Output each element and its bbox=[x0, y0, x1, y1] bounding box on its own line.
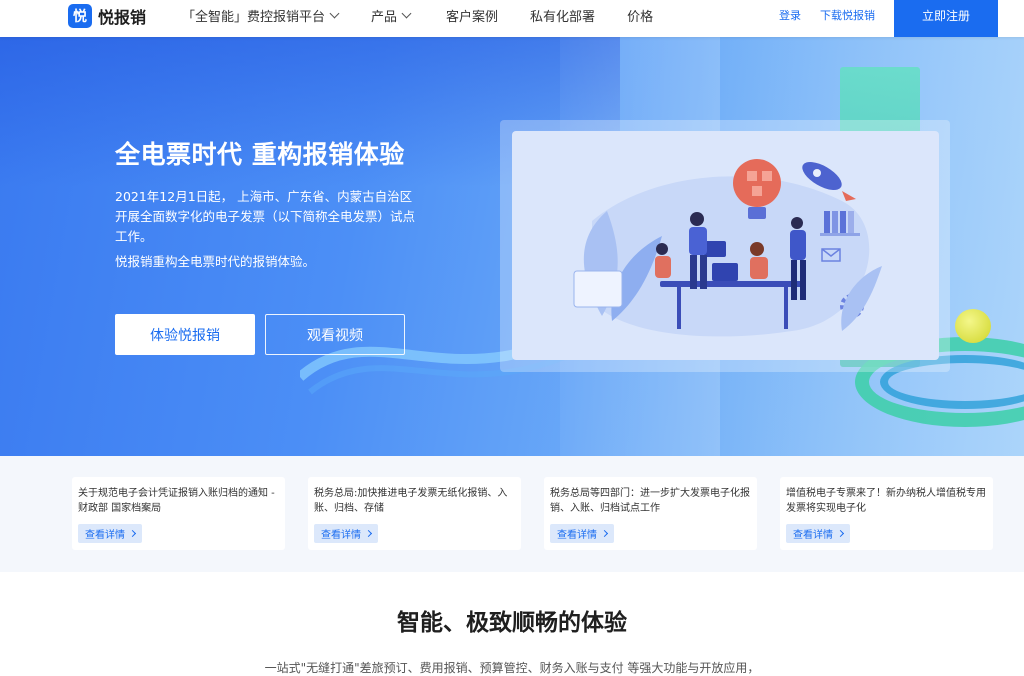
view-details-button[interactable]: 查看详情 bbox=[550, 524, 614, 543]
nav-item-label: 价格 bbox=[627, 9, 654, 25]
nav-item-label: 「全智能」费控报销平台 bbox=[182, 9, 326, 25]
chevron-down-icon bbox=[329, 8, 340, 18]
news-section: 关于规范电子会计凭证报销入账归档的通知 - 财政部 国家档案局 查看详情 税务总… bbox=[0, 456, 1024, 572]
hero-yellow-ball bbox=[955, 309, 991, 343]
view-details-button[interactable]: 查看详情 bbox=[786, 524, 850, 543]
hero-subtitle: 悦报销重构全电票时代的报销体验。 bbox=[115, 254, 316, 269]
register-button[interactable]: 立即注册 bbox=[894, 0, 998, 37]
news-card[interactable]: 税务总局等四部门：进一步扩大发票电子化报销、入账、归档试点工作 查看详情 bbox=[544, 477, 757, 550]
try-button[interactable]: 体验悦报销 bbox=[115, 314, 255, 355]
news-card-title: 税务总局:加快推进电子发票无纸化报销、入账、归档、存储 bbox=[314, 488, 508, 514]
hero-title: 全电票时代 重构报销体验 bbox=[115, 140, 405, 169]
brand-logo[interactable]: 悦 悦报销 bbox=[68, 3, 146, 29]
brand-name: 悦报销 bbox=[98, 8, 147, 27]
watch-video-button[interactable]: 观看视频 bbox=[265, 314, 405, 355]
download-link[interactable]: 下载悦报销 bbox=[820, 7, 875, 23]
view-details-label: 查看详情 bbox=[557, 530, 597, 541]
chevron-right-icon bbox=[600, 529, 609, 538]
top-navbar: 悦 悦报销 「全智能」费控报销平台 产品 客户案例 私有化部署 价格 登录 下载… bbox=[0, 0, 1024, 37]
news-card-title: 关于规范电子会计凭证报销入账归档的通知 - 财政部 国家档案局 bbox=[78, 488, 275, 514]
news-card-title: 增值税电子专票来了！新办纳税人增值税专用发票将实现电子化 bbox=[786, 488, 986, 514]
logo-icon: 悦 bbox=[68, 4, 92, 28]
hero-banner: 全电票时代 重构报销体验 2021年12月1日起， 上海市、广东省、内蒙古自治区… bbox=[0, 37, 1024, 456]
nav-item-private-deploy[interactable]: 私有化部署 bbox=[530, 6, 595, 25]
login-link[interactable]: 登录 bbox=[779, 7, 801, 23]
nav-item-cases[interactable]: 客户案例 bbox=[446, 6, 498, 25]
feature-title: 智能、极致顺畅的体验 bbox=[397, 610, 627, 636]
feature-subtitle: 一站式"无缝打通"差旅预订、费用报销、预算管控、财务入账与支付 等强大功能与开放… bbox=[264, 661, 760, 675]
team-illustration bbox=[512, 131, 939, 360]
hero-description: 2021年12月1日起， 上海市、广东省、内蒙古自治区开展全面数字化的电子发票（… bbox=[115, 189, 416, 244]
chevron-right-icon bbox=[128, 529, 137, 538]
main-nav: 「全智能」费控报销平台 产品 客户案例 私有化部署 价格 bbox=[182, 0, 653, 30]
nav-item-pricing[interactable]: 价格 bbox=[627, 6, 653, 25]
chevron-down-icon bbox=[401, 8, 412, 18]
news-card-title: 税务总局等四部门：进一步扩大发票电子化报销、入账、归档试点工作 bbox=[550, 488, 750, 514]
view-details-button[interactable]: 查看详情 bbox=[78, 524, 142, 543]
nav-item-platform[interactable]: 「全智能」费控报销平台 bbox=[182, 6, 340, 25]
chevron-right-icon bbox=[364, 529, 373, 538]
view-details-label: 查看详情 bbox=[321, 530, 361, 541]
view-details-button[interactable]: 查看详情 bbox=[314, 524, 378, 543]
news-card[interactable]: 税务总局:加快推进电子发票无纸化报销、入账、归档、存储 查看详情 bbox=[308, 477, 521, 550]
view-details-label: 查看详情 bbox=[793, 530, 833, 541]
news-card[interactable]: 关于规范电子会计凭证报销入账归档的通知 - 财政部 国家档案局 查看详情 bbox=[72, 477, 285, 550]
view-details-label: 查看详情 bbox=[85, 530, 125, 541]
nav-item-label: 私有化部署 bbox=[530, 9, 596, 25]
news-card[interactable]: 增值税电子专票来了！新办纳税人增值税专用发票将实现电子化 查看详情 bbox=[780, 477, 993, 550]
chevron-right-icon bbox=[836, 529, 845, 538]
nav-item-product[interactable]: 产品 bbox=[371, 6, 412, 25]
nav-item-label: 客户案例 bbox=[446, 9, 499, 25]
nav-item-label: 产品 bbox=[371, 9, 398, 25]
